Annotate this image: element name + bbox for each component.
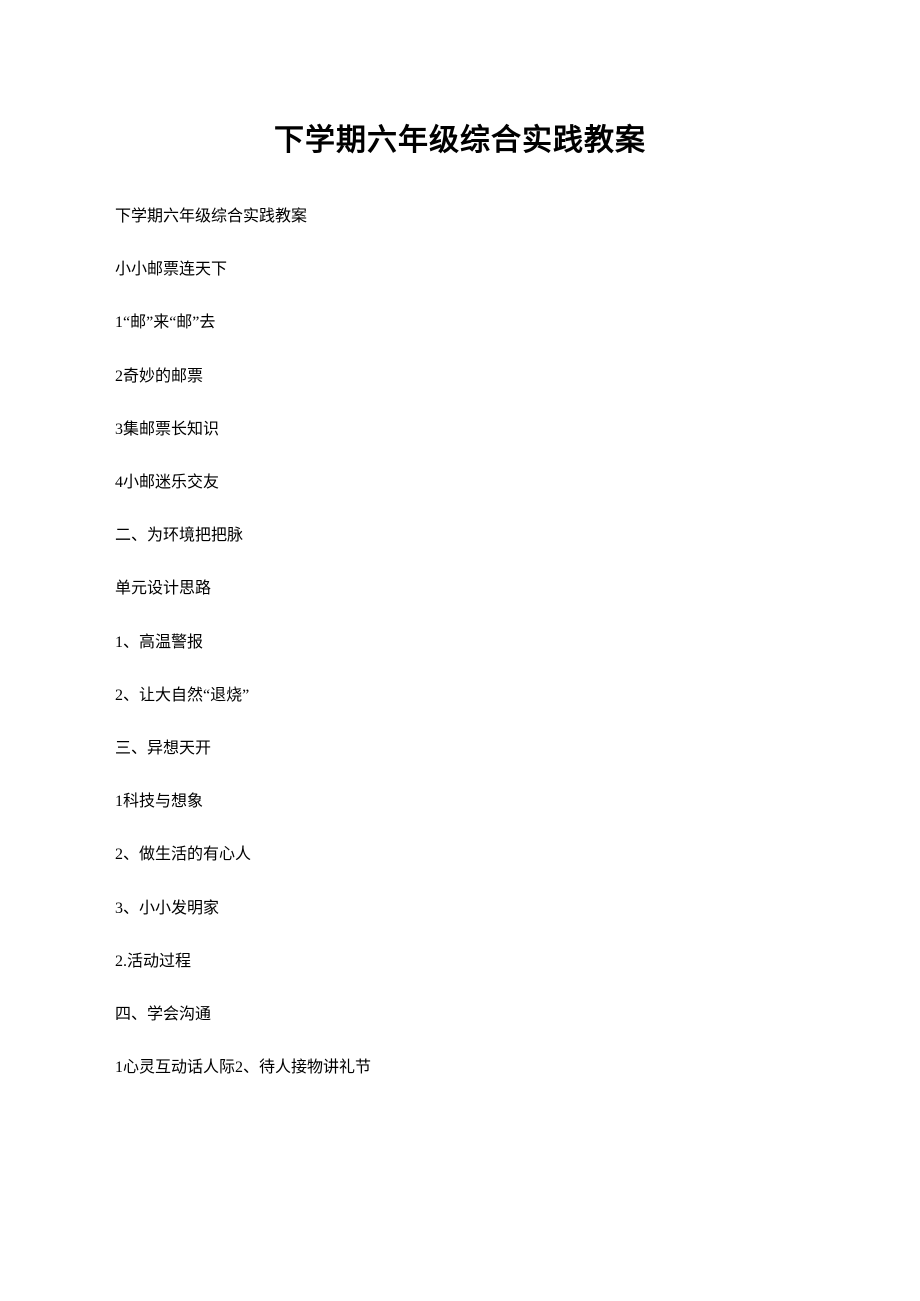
body-line: 三、异想天开 [115, 739, 805, 758]
body-line: 4小邮迷乐交友 [115, 473, 805, 492]
body-line: 3集邮票长知识 [115, 420, 805, 439]
body-line: 下学期六年级综合实践教案 [115, 207, 805, 226]
body-line: 2奇妙的邮票 [115, 367, 805, 386]
body-line: 2.活动过程 [115, 952, 805, 971]
body-line: 1心灵互动话人际2、待人接物讲礼节 [115, 1058, 805, 1077]
body-line: 四、学会沟通 [115, 1005, 805, 1024]
body-line: 1“邮”来“邮”去 [115, 313, 805, 332]
body-line: 小小邮票连天下 [115, 260, 805, 279]
body-line: 2、做生活的有心人 [115, 845, 805, 864]
document-title: 下学期六年级综合实践教案 [115, 115, 805, 159]
body-line: 单元设计思路 [115, 579, 805, 598]
body-line: 2、让大自然“退烧” [115, 686, 805, 705]
document-page: 下学期六年级综合实践教案 下学期六年级综合实践教案 小小邮票连天下 1“邮”来“… [0, 0, 920, 1077]
body-line: 3、小小发明家 [115, 899, 805, 918]
body-line: 1、高温警报 [115, 633, 805, 652]
body-line: 二、为环境把把脉 [115, 526, 805, 545]
body-line: 1科技与想象 [115, 792, 805, 811]
